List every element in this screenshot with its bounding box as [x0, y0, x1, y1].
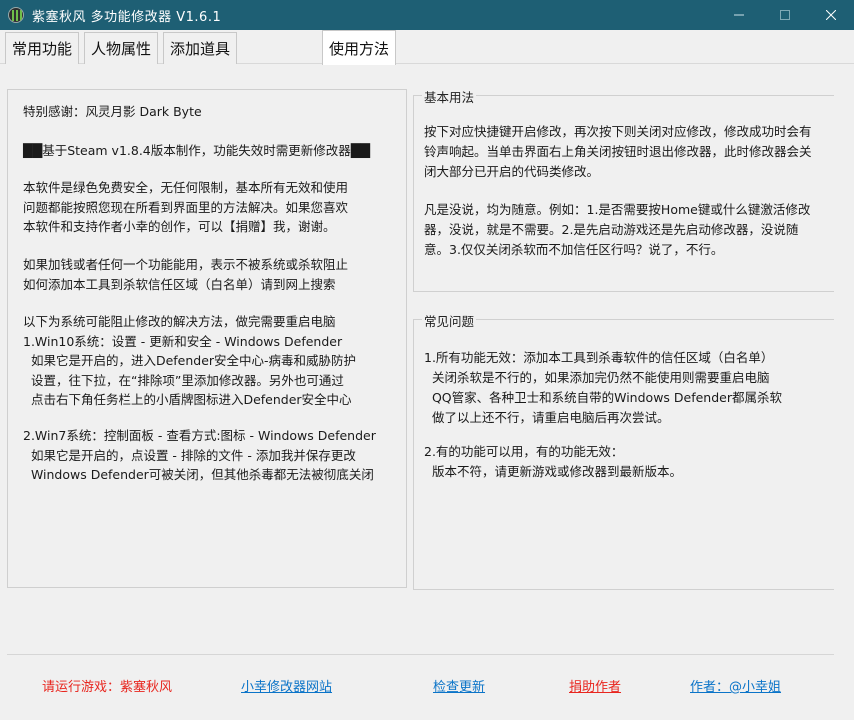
tab-bar: 常用功能 人物属性 添加道具 使用方法	[0, 30, 854, 65]
author-link[interactable]: 作者：@小幸姐	[690, 676, 781, 695]
tab-common-functions[interactable]: 常用功能	[5, 32, 80, 64]
faq-paragraph-1: 1.所有功能无效：添加本工具到杀毒软件的信任区域（白名单） 关闭杀软是不行的，如…	[424, 350, 782, 425]
basic-usage-group: 基本用法 按下对应快捷键开启修改，再次按下则关闭对应修改，修改成功时会有 铃声响…	[413, 87, 834, 292]
basic-usage-title: 基本用法	[422, 87, 477, 106]
thanks-text: 特别感谢：风灵月影 Dark Byte	[23, 104, 202, 119]
tab-add-items[interactable]: 添加道具	[163, 32, 238, 64]
win10-paragraph: 以下为系统可能阻止修改的解决方法，做完需要重启电脑 1.Win10系统：设置 -…	[23, 314, 357, 407]
app-icon	[8, 7, 24, 23]
check-update-link[interactable]: 检查更新	[433, 676, 485, 695]
close-button[interactable]	[808, 0, 854, 30]
whitelist-paragraph: 如果加钱或者任何一个功能能用，表示不被系统或杀软阻止 如何添加本工具到杀软信任区…	[23, 257, 349, 292]
win7-paragraph: 2.Win7系统：控制面板 - 查看方式:图标 - Windows Defend…	[23, 428, 376, 482]
tab-usage[interactable]: 使用方法	[322, 30, 397, 65]
close-icon	[826, 10, 836, 20]
instructions-panel: 特别感谢：风灵月影 Dark Byte ██基于Steam v1.8.4版本制作…	[7, 89, 407, 588]
intro-paragraph: 本软件是绿色免费安全，无任何限制，基本所有无效和使用 问题都能按照您现在所看到界…	[23, 180, 349, 234]
tab-character-attributes[interactable]: 人物属性	[84, 32, 159, 64]
minimize-icon	[734, 14, 744, 16]
faq-title: 常见问题	[422, 311, 477, 330]
version-note: ██基于Steam v1.8.4版本制作，功能失效时需更新修改器██	[23, 143, 370, 158]
title-bar[interactable]: 紫塞秋风 多功能修改器 V1.6.1	[0, 0, 854, 30]
faq-paragraph-2: 2.有的功能可以用，有的功能无效： 版本不符，请更新游戏或修改器到最新版本。	[424, 444, 682, 479]
basic-usage-paragraph-1: 按下对应快捷键开启修改，再次按下则关闭对应修改，修改成功时会有 铃声响起。当单击…	[424, 124, 812, 179]
basic-usage-paragraph-2: 凡是没说，均为随意。例如：1.是否需要按Home键或什么键激活修改 器，没说，就…	[424, 202, 811, 257]
maximize-button[interactable]	[762, 0, 808, 30]
game-status-label: 请运行游戏：紫塞秋风	[42, 680, 173, 695]
minimize-button[interactable]	[716, 0, 762, 30]
window-title: 紫塞秋风 多功能修改器 V1.6.1	[32, 9, 222, 25]
faq-group: 常见问题 1.所有功能无效：添加本工具到杀毒软件的信任区域（白名单） 关闭杀软是…	[413, 311, 834, 590]
website-link[interactable]: 小幸修改器网站	[241, 676, 332, 695]
footer-divider	[7, 654, 834, 655]
maximize-icon	[780, 10, 790, 20]
donate-link[interactable]: 捐助作者	[569, 676, 621, 695]
window-controls	[716, 0, 854, 30]
